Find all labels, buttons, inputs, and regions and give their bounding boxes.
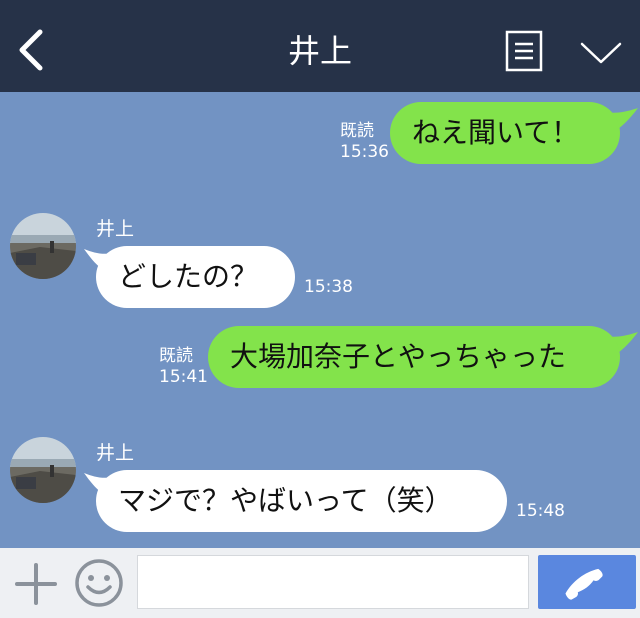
message-time: 15:41 — [159, 367, 208, 387]
chevron-down-icon — [580, 42, 622, 64]
message-bubble-incoming[interactable]: どしたの？ — [96, 246, 295, 308]
back-button[interactable] — [14, 28, 50, 72]
phone-icon — [565, 568, 603, 600]
message-meta: 既読 15:41 — [159, 346, 208, 388]
chat-header: 井上 — [0, 0, 640, 92]
message-bubble-outgoing[interactable]: 大場加奈子とやっちゃった — [208, 326, 620, 388]
add-attachment-button[interactable] — [14, 562, 58, 606]
plus-icon — [15, 563, 57, 605]
read-receipt: 既読 — [159, 346, 193, 366]
message-time: 15:36 — [340, 142, 389, 162]
sender-name: 井上 — [96, 218, 135, 240]
message-time: 15:48 — [516, 501, 565, 521]
message-text: 大場加奈子とやっちゃった — [230, 340, 567, 373]
message-text: どしたの？ — [118, 260, 259, 293]
emoji-button[interactable] — [74, 558, 124, 608]
smiley-icon — [75, 559, 123, 607]
message-meta: 15:38 — [304, 277, 353, 298]
message-text: マジで？やばいって（笑） — [118, 484, 453, 517]
call-button[interactable] — [538, 555, 636, 609]
message-meta: 既読 15:36 — [340, 121, 389, 163]
avatar-photo — [10, 437, 76, 503]
chevron-left-icon — [19, 29, 43, 71]
avatar[interactable] — [10, 437, 76, 503]
notes-button[interactable] — [505, 30, 543, 72]
message-list: 既読 15:36 ねえ聞いて！ 井上 どしたの？ 15:38 既読 15:41 … — [0, 92, 640, 548]
notes-icon — [505, 30, 543, 72]
chat-title: 井上 — [287, 32, 352, 70]
read-receipt: 既読 — [340, 121, 374, 141]
message-text: ねえ聞いて！ — [412, 116, 580, 149]
sender-name: 井上 — [96, 442, 135, 464]
message-meta: 15:48 — [516, 501, 565, 522]
message-bubble-incoming[interactable]: マジで？やばいって（笑） — [96, 470, 507, 532]
avatar[interactable] — [10, 213, 76, 279]
message-input[interactable] — [137, 555, 529, 609]
message-bubble-outgoing[interactable]: ねえ聞いて！ — [390, 102, 620, 164]
collapse-button[interactable] — [578, 38, 624, 68]
avatar-photo — [10, 213, 76, 279]
message-time: 15:38 — [304, 277, 353, 297]
